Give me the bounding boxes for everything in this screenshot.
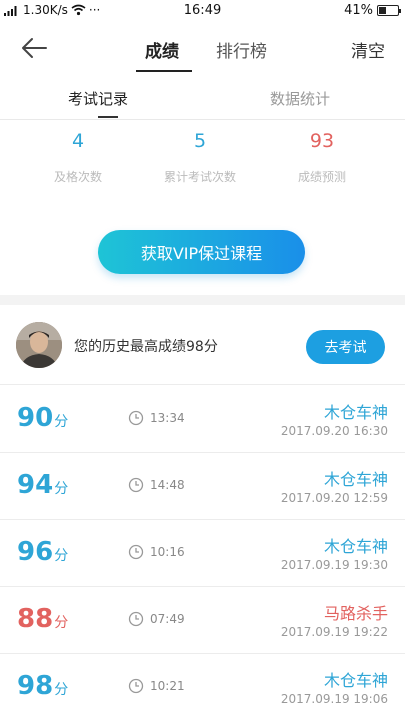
vip-course-button[interactable]: 获取VIP保过课程	[98, 230, 305, 274]
score-unit: 分	[54, 548, 69, 564]
tab-score[interactable]: 成绩	[145, 37, 179, 62]
record-score: 96分	[17, 537, 68, 567]
tab-active-indicator	[136, 70, 192, 72]
clock-icon	[128, 544, 144, 560]
score-unit: 分	[54, 682, 69, 698]
stat-value: 4	[71, 130, 85, 152]
record-title: 木仓车神	[323, 537, 388, 556]
record-date: 2017.09.19 19:06	[280, 692, 388, 706]
battery-percent: 41%	[344, 3, 373, 18]
list-item[interactable]: 94分 14:48 木仓车神 2017.09.20 12:59	[0, 453, 405, 520]
stat-label: 成绩预测	[297, 170, 346, 184]
record-date: 2017.09.19 19:22	[280, 625, 388, 639]
clock-icon	[128, 477, 144, 493]
stat-total-exams: 5 累计考试次数	[130, 130, 270, 185]
record-duration: 07:49	[150, 612, 185, 626]
status-right: 41%	[344, 3, 401, 18]
tab-ranking[interactable]: 排行榜	[216, 37, 267, 62]
stat-score-prediction: 93 成绩预测	[252, 130, 392, 185]
list-item[interactable]: 90分 13:34 木仓车神 2017.09.20 16:30	[0, 386, 405, 453]
exam-record-list: 90分 13:34 木仓车神 2017.09.20 16:30 94分 14:4…	[0, 386, 405, 720]
stats-summary: 4 及格次数 5 累计考试次数 93 成绩预测	[0, 130, 405, 200]
list-item[interactable]: 88分 07:49 马路杀手 2017.09.19 19:22	[0, 587, 405, 654]
battery-icon	[377, 5, 401, 16]
score-value: 94	[17, 470, 54, 500]
status-bar: 1.30K/s ··· 16:49 41%	[0, 0, 405, 22]
sub-tabs: 考试记录 数据统计	[0, 76, 405, 120]
record-date: 2017.09.20 16:30	[280, 424, 388, 438]
score-unit: 分	[54, 615, 69, 631]
clock-icon	[128, 410, 144, 426]
record-score: 98分	[17, 671, 68, 701]
section-divider	[0, 295, 405, 305]
score-unit: 分	[54, 481, 69, 497]
record-title: 木仓车神	[323, 671, 388, 690]
back-arrow-icon[interactable]	[20, 36, 48, 60]
record-score: 90分	[17, 403, 68, 433]
stat-pass-count: 4 及格次数	[8, 130, 148, 185]
record-date: 2017.09.20 12:59	[280, 491, 388, 505]
avatar	[16, 322, 62, 368]
subtab-active-indicator	[98, 116, 118, 118]
list-item[interactable]: 98分 10:21 木仓车神 2017.09.19 19:06	[0, 654, 405, 720]
record-duration: 13:34	[150, 411, 185, 425]
record-date: 2017.09.19 19:30	[280, 558, 388, 572]
best-score-row: 您的历史最高成绩98分 去考试	[0, 305, 405, 385]
subtab-exam-records[interactable]: 考试记录	[68, 88, 128, 109]
clear-button[interactable]: 清空	[351, 37, 385, 62]
nav-bar: 成绩 排行榜 清空	[0, 22, 405, 74]
score-value: 88	[17, 604, 54, 634]
go-exam-button[interactable]: 去考试	[306, 330, 385, 364]
score-value: 98	[17, 671, 54, 701]
score-unit: 分	[54, 414, 69, 430]
score-value: 90	[17, 403, 54, 433]
record-title: 木仓车神	[323, 403, 388, 422]
clock-icon	[128, 611, 144, 627]
record-score: 88分	[17, 604, 68, 634]
record-duration: 10:21	[150, 679, 185, 693]
score-value: 96	[17, 537, 54, 567]
list-item[interactable]: 96分 10:16 木仓车神 2017.09.19 19:30	[0, 520, 405, 587]
stat-label: 及格次数	[53, 170, 102, 184]
record-score: 94分	[17, 470, 68, 500]
clock-icon	[128, 678, 144, 694]
record-title: 马路杀手	[323, 604, 388, 623]
stat-label: 累计考试次数	[163, 170, 236, 184]
best-score-text: 您的历史最高成绩98分	[74, 339, 218, 355]
stat-value: 5	[193, 130, 207, 152]
record-duration: 14:48	[150, 478, 185, 492]
record-title: 木仓车神	[323, 470, 388, 489]
stat-value: 93	[309, 130, 335, 152]
subtab-data-stats[interactable]: 数据统计	[270, 88, 330, 109]
record-duration: 10:16	[150, 545, 185, 559]
